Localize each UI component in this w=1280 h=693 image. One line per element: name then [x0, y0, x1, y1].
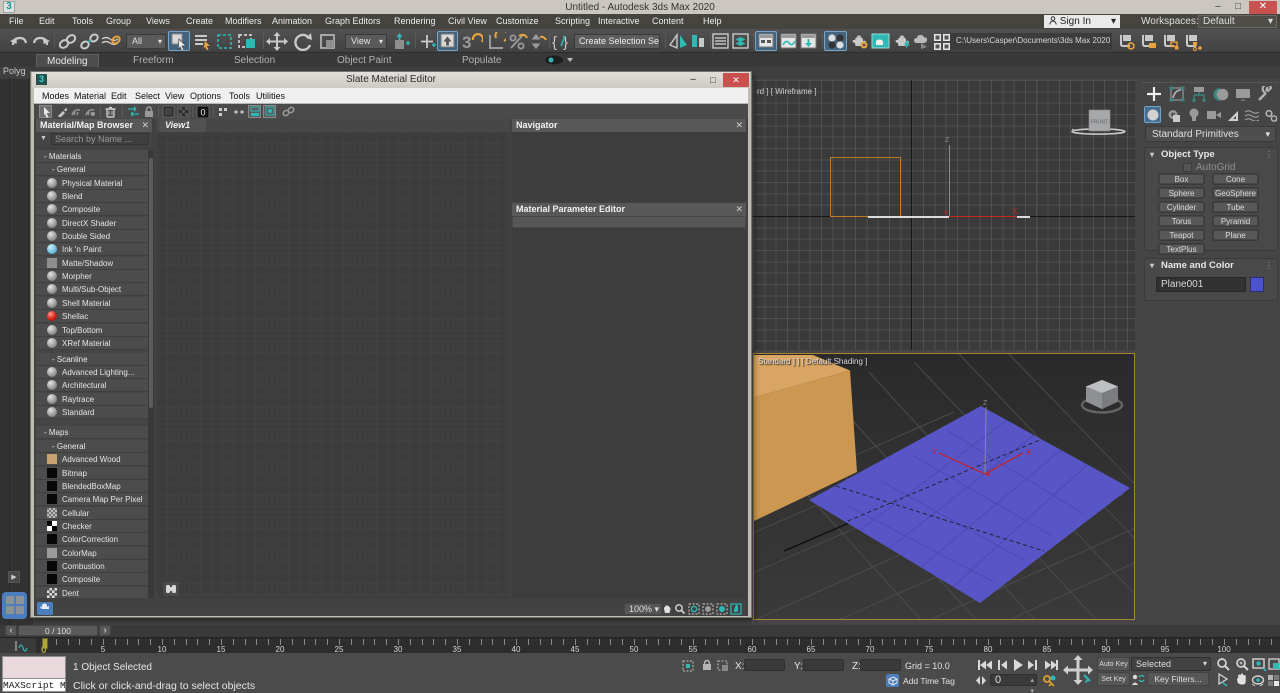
- svg-text:X: X: [1026, 448, 1032, 457]
- svg-text:Z: Z: [983, 400, 988, 407]
- svg-text:FRONT: FRONT: [1091, 120, 1108, 126]
- svg-text:3: 3: [462, 33, 471, 51]
- svg-text:0: 0: [200, 108, 205, 118]
- svg-text:{: {: [552, 34, 557, 51]
- svg-text:Y: Y: [932, 448, 938, 457]
